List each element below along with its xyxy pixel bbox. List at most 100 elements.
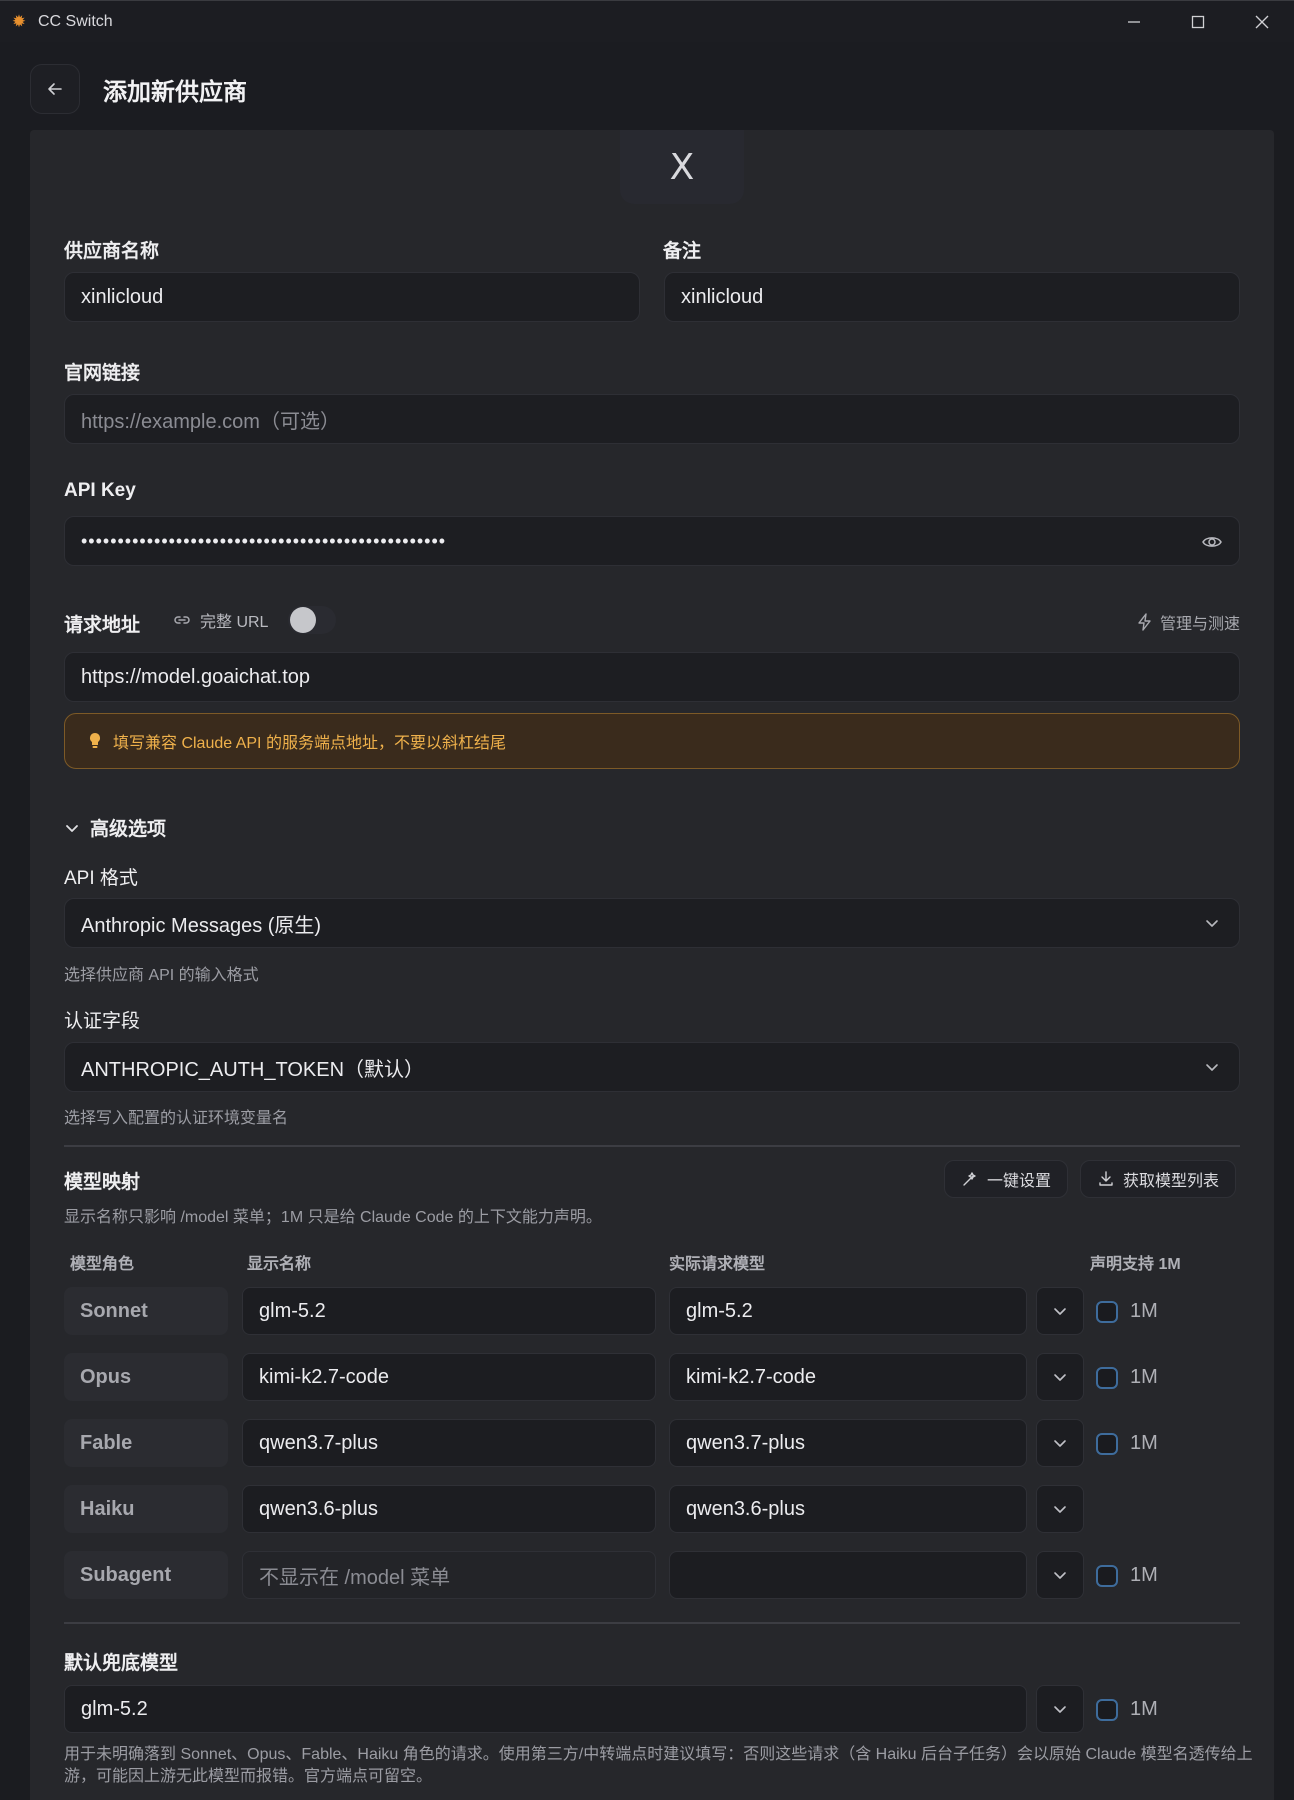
switch-knob bbox=[290, 607, 317, 633]
model-dropdown-button[interactable] bbox=[1036, 1685, 1084, 1733]
full-url-switch[interactable] bbox=[288, 606, 337, 634]
divider bbox=[64, 1145, 1240, 1147]
onem-checkbox[interactable] bbox=[1096, 1366, 1118, 1389]
manage-test-button[interactable]: 管理与测速 bbox=[1136, 610, 1240, 634]
onem-label: 1M bbox=[1130, 1564, 1158, 1586]
role-haiku: Haiku bbox=[64, 1485, 228, 1533]
onem-toggle[interactable]: 1M bbox=[1096, 1432, 1158, 1455]
api-format-value: Anthropic Messages (原生) bbox=[81, 914, 322, 937]
eye-icon[interactable] bbox=[1201, 531, 1223, 559]
model-dropdown-button[interactable] bbox=[1036, 1287, 1084, 1335]
full-url-toggle[interactable]: 完整 URL bbox=[172, 606, 337, 634]
advanced-options-label: 高级选项 bbox=[90, 819, 167, 840]
role-subagent: Subagent bbox=[64, 1551, 228, 1599]
chevron-down-icon bbox=[1054, 1572, 1066, 1579]
sun-logo-icon: ✹ bbox=[11, 11, 27, 31]
auth-field-value: ANTHROPIC_AUTH_TOKEN（默认） bbox=[81, 1058, 425, 1081]
request-model-input[interactable]: qwen3.6-plus bbox=[669, 1485, 1027, 1533]
form-panel: X 供应商名称 xinlicloud 备注 xinlicloud 官网链接 ht… bbox=[30, 130, 1274, 1800]
auth-field-label: 认证字段 bbox=[64, 1011, 141, 1032]
column-header-display: 显示名称 bbox=[247, 1256, 312, 1273]
apikey-label: API Key bbox=[64, 480, 136, 501]
maximize-icon bbox=[1191, 15, 1205, 29]
minimize-button[interactable] bbox=[1102, 1, 1166, 43]
onem-label: 1M bbox=[1130, 1366, 1158, 1388]
maximize-button[interactable] bbox=[1166, 1, 1230, 43]
apikey-input[interactable]: ••••••••••••••••••••••••••••••••••••••••… bbox=[64, 516, 1240, 566]
endpoint-hint-banner: 填写兼容 Claude API 的服务端点地址，不要以斜杠结尾 bbox=[64, 713, 1240, 769]
display-name-input[interactable]: 不显示在 /model 菜单 bbox=[242, 1551, 656, 1599]
role-fable: Fable bbox=[64, 1419, 228, 1467]
lightning-icon bbox=[1138, 613, 1151, 631]
onem-toggle[interactable]: 1M bbox=[1096, 1698, 1158, 1721]
display-name-input[interactable]: qwen3.7-plus bbox=[242, 1419, 656, 1467]
endpoint-input[interactable]: https://model.goaichat.top bbox=[64, 652, 1240, 702]
endpoint-hint-text: 填写兼容 Claude API 的服务端点地址，不要以斜杠结尾 bbox=[113, 735, 506, 752]
divider bbox=[64, 1622, 1240, 1624]
chevron-down-icon bbox=[1054, 1506, 1066, 1513]
advanced-options-toggle[interactable]: 高级选项 bbox=[64, 814, 166, 841]
api-format-label: API 格式 bbox=[64, 868, 138, 889]
request-model-input[interactable] bbox=[669, 1551, 1027, 1599]
provider-name-input[interactable]: xinlicloud bbox=[64, 272, 640, 322]
one-click-setup-button[interactable]: 一键设置 bbox=[944, 1160, 1069, 1198]
onem-label: 1M bbox=[1130, 1300, 1158, 1322]
api-format-hint: 选择供应商 API 的输入格式 bbox=[64, 967, 259, 984]
download-icon bbox=[1099, 1171, 1113, 1186]
provider-name-label: 供应商名称 bbox=[64, 241, 160, 262]
fetch-models-label: 获取模型列表 bbox=[1123, 1173, 1220, 1190]
chevron-down-icon bbox=[1054, 1440, 1066, 1447]
model-mapping-title: 模型映射 bbox=[64, 1172, 141, 1193]
chevron-down-icon bbox=[1054, 1706, 1066, 1713]
api-format-select[interactable]: Anthropic Messages (原生) bbox=[64, 898, 1240, 948]
page-title: 添加新供应商 bbox=[103, 79, 247, 106]
website-input[interactable]: https://example.com（可选） bbox=[64, 394, 1240, 444]
request-model-input[interactable]: glm-5.2 bbox=[669, 1287, 1027, 1335]
column-header-model: 实际请求模型 bbox=[669, 1256, 766, 1273]
column-header-role: 模型角色 bbox=[70, 1256, 135, 1273]
back-button[interactable] bbox=[30, 64, 80, 114]
arrow-left-icon bbox=[48, 83, 62, 95]
onem-toggle[interactable]: 1M bbox=[1096, 1564, 1158, 1587]
provider-logo[interactable]: X bbox=[620, 130, 744, 204]
close-icon bbox=[1255, 15, 1269, 29]
onem-checkbox[interactable] bbox=[1096, 1698, 1118, 1721]
onem-label: 1M bbox=[1130, 1698, 1158, 1720]
magic-wand-icon bbox=[963, 1172, 976, 1186]
title-bar: ✹ CC Switch bbox=[0, 0, 1294, 42]
model-dropdown-button[interactable] bbox=[1036, 1419, 1084, 1467]
model-dropdown-button[interactable] bbox=[1036, 1353, 1084, 1401]
notes-input[interactable]: xinlicloud bbox=[664, 272, 1240, 322]
model-dropdown-button[interactable] bbox=[1036, 1551, 1084, 1599]
model-dropdown-button[interactable] bbox=[1036, 1485, 1084, 1533]
close-button[interactable] bbox=[1230, 1, 1294, 43]
chevron-down-icon bbox=[1206, 920, 1218, 927]
role-sonnet: Sonnet bbox=[64, 1287, 228, 1335]
column-header-1m: 声明支持 1M bbox=[1090, 1256, 1181, 1273]
window-title: CC Switch bbox=[38, 12, 113, 30]
display-name-input[interactable]: qwen3.6-plus bbox=[242, 1485, 656, 1533]
endpoint-label: 请求地址 bbox=[64, 615, 141, 636]
display-name-input[interactable]: kimi-k2.7-code bbox=[242, 1353, 656, 1401]
onem-checkbox[interactable] bbox=[1096, 1564, 1118, 1587]
onem-checkbox[interactable] bbox=[1096, 1300, 1118, 1323]
fallback-model-input[interactable]: glm-5.2 bbox=[64, 1685, 1027, 1733]
website-label: 官网链接 bbox=[64, 363, 141, 384]
chevron-down-icon bbox=[66, 824, 78, 832]
onem-label: 1M bbox=[1130, 1432, 1158, 1454]
fetch-models-button[interactable]: 获取模型列表 bbox=[1080, 1160, 1237, 1198]
notes-label: 备注 bbox=[663, 241, 702, 262]
auth-field-select[interactable]: ANTHROPIC_AUTH_TOKEN（默认） bbox=[64, 1042, 1240, 1092]
request-model-input[interactable]: qwen3.7-plus bbox=[669, 1419, 1027, 1467]
chevron-down-icon bbox=[1054, 1308, 1066, 1315]
onem-toggle[interactable]: 1M bbox=[1096, 1366, 1158, 1389]
onem-toggle[interactable]: 1M bbox=[1096, 1300, 1158, 1323]
display-name-input[interactable]: glm-5.2 bbox=[242, 1287, 656, 1335]
full-url-label: 完整 URL bbox=[200, 614, 269, 631]
request-model-input[interactable]: kimi-k2.7-code bbox=[669, 1353, 1027, 1401]
onem-checkbox[interactable] bbox=[1096, 1432, 1118, 1455]
link-icon bbox=[174, 616, 190, 624]
fallback-model-note: 用于未明确落到 Sonnet、Opus、Fable、Haiku 角色的请求。使用… bbox=[64, 1746, 1253, 1785]
fallback-model-label: 默认兜底模型 bbox=[64, 1653, 179, 1674]
chevron-down-icon bbox=[1054, 1374, 1066, 1381]
